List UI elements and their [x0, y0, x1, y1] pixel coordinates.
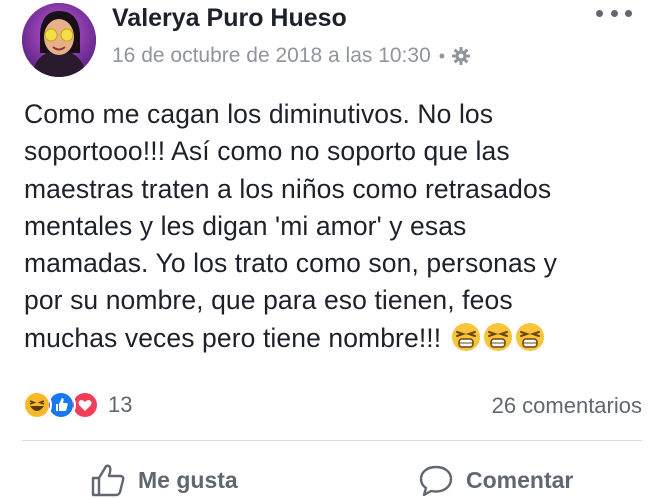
- author-name[interactable]: Valerya Puro Hueso: [112, 4, 347, 33]
- like-button[interactable]: Me gusta: [90, 462, 238, 498]
- haha-reaction-icon: [22, 390, 52, 420]
- post-text-line: muchas veces pero tiene nombre!!!: [24, 322, 442, 353]
- reactions-summary[interactable]: 13: [22, 390, 133, 420]
- more-dot-icon: [610, 9, 618, 17]
- comment-button-label: Comentar: [466, 466, 574, 493]
- post-text-line: mamadas. Yo los trato como son, personas…: [24, 248, 558, 279]
- post-text-last-line: muchas veces pero tiene nombre!!!: [24, 320, 644, 357]
- post-text-line: soportooo!!! Así como no soporto que las: [24, 136, 510, 167]
- reaction-count: 13: [108, 392, 133, 417]
- thumbs-up-icon: [91, 464, 125, 497]
- more-dot-icon: [625, 9, 632, 17]
- post-meta: 16 de octubre de 2018 a las 10:30 •: [112, 42, 471, 70]
- post-text-line: por su nombre, que para eso tienen, feos: [24, 285, 513, 316]
- tired-face-emoji-icon: [451, 322, 480, 351]
- facebook-post: Valerya Puro Hueso 16 de octubre de 2018…: [0, 0, 664, 498]
- comment-bubble-icon: [419, 465, 453, 497]
- meta-separator: •: [438, 45, 446, 66]
- divider: [22, 440, 642, 441]
- author-avatar[interactable]: [22, 3, 96, 77]
- gear-icon[interactable]: [451, 46, 471, 66]
- avatar-photo: [22, 3, 96, 77]
- post-text-line: mentales y les digan 'mi amor' y esas: [24, 210, 467, 241]
- comments-count-link[interactable]: 26 comentarios: [492, 393, 642, 419]
- post-text-line: Como me cagan los diminutivos. No los: [24, 99, 494, 129]
- tired-face-emoji-icon: [515, 322, 544, 351]
- post-text-line: maestras traten a los niños como retrasa…: [24, 173, 552, 204]
- post-text: Como me cagan los diminutivos. No los so…: [24, 96, 644, 357]
- more-options-button[interactable]: [596, 2, 632, 24]
- more-dot-icon: [596, 9, 603, 17]
- post-timestamp[interactable]: 16 de octubre de 2018 a las 10:30: [112, 44, 431, 68]
- tired-face-emoji-icon: [483, 322, 512, 351]
- like-button-label: Me gusta: [138, 466, 238, 493]
- comment-button[interactable]: Comentar: [418, 462, 573, 498]
